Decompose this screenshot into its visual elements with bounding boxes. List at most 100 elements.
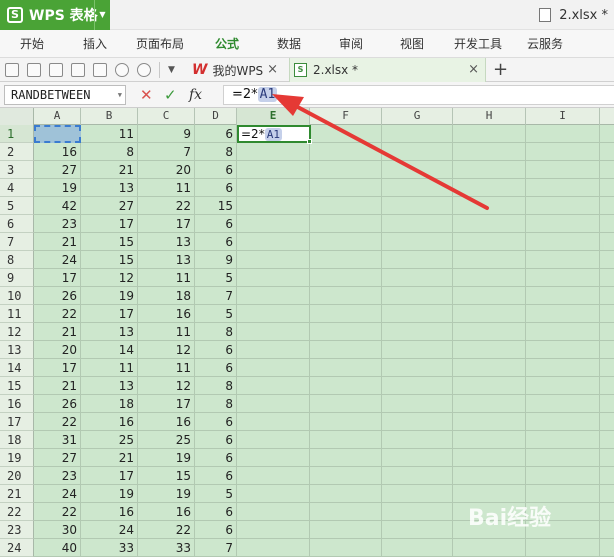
- cell-c6[interactable]: 17: [138, 215, 195, 233]
- cell-b11[interactable]: 17: [81, 305, 138, 323]
- cell-c14[interactable]: 11: [138, 359, 195, 377]
- cell-c13[interactable]: 12: [138, 341, 195, 359]
- cell-c24[interactable]: 33: [138, 539, 195, 557]
- fill-handle[interactable]: [307, 139, 312, 144]
- menu-item-page-layout[interactable]: 页面布局: [136, 30, 184, 58]
- cell-d6[interactable]: 6: [195, 215, 237, 233]
- cell-d20[interactable]: 6: [195, 467, 237, 485]
- cell-a23[interactable]: 30: [34, 521, 81, 539]
- cell-a15[interactable]: 21: [34, 377, 81, 395]
- cell-c16[interactable]: 17: [138, 395, 195, 413]
- cell-c10[interactable]: 18: [138, 287, 195, 305]
- cell-a9[interactable]: 17: [34, 269, 81, 287]
- cell-c21[interactable]: 19: [138, 485, 195, 503]
- cell-c7[interactable]: 13: [138, 233, 195, 251]
- cell-b17[interactable]: 16: [81, 413, 138, 431]
- cell-d22[interactable]: 6: [195, 503, 237, 521]
- cell-a19[interactable]: 27: [34, 449, 81, 467]
- column-header-c[interactable]: C: [138, 108, 195, 125]
- cell-d3[interactable]: 6: [195, 161, 237, 179]
- cell-d1[interactable]: 6: [195, 125, 237, 143]
- cell-d12[interactable]: 8: [195, 323, 237, 341]
- cell-b14[interactable]: 11: [81, 359, 138, 377]
- row-header-17[interactable]: 17: [0, 413, 34, 431]
- cell-d9[interactable]: 5: [195, 269, 237, 287]
- row-header-18[interactable]: 18: [0, 431, 34, 449]
- redo-icon[interactable]: [137, 63, 151, 77]
- cell-c22[interactable]: 16: [138, 503, 195, 521]
- row-header-21[interactable]: 21: [0, 485, 34, 503]
- menu-item-developer[interactable]: 开发工具: [454, 30, 502, 58]
- print-preview-icon[interactable]: [93, 63, 107, 77]
- cell-b16[interactable]: 18: [81, 395, 138, 413]
- row-header-11[interactable]: 11: [0, 305, 34, 323]
- cell-a20[interactable]: 23: [34, 467, 81, 485]
- cell-a16[interactable]: 26: [34, 395, 81, 413]
- row-header-20[interactable]: 20: [0, 467, 34, 485]
- select-all-corner[interactable]: [0, 108, 34, 125]
- cell-a5[interactable]: 42: [34, 197, 81, 215]
- cell-c4[interactable]: 11: [138, 179, 195, 197]
- column-header-d[interactable]: D: [195, 108, 237, 125]
- cell-d18[interactable]: 6: [195, 431, 237, 449]
- cell-b6[interactable]: 17: [81, 215, 138, 233]
- row-header-4[interactable]: 4: [0, 179, 34, 197]
- row-header-13[interactable]: 13: [0, 341, 34, 359]
- name-box[interactable]: RANDBETWEEN ▼: [4, 85, 126, 105]
- chevron-down-icon[interactable]: ▼: [94, 0, 110, 30]
- undo-icon[interactable]: [115, 63, 129, 77]
- row-header-9[interactable]: 9: [0, 269, 34, 287]
- cell-d7[interactable]: 6: [195, 233, 237, 251]
- row-header-1[interactable]: 1: [0, 125, 34, 143]
- app-menu-button[interactable]: S WPS 表格 ▼: [0, 0, 110, 30]
- cell-c11[interactable]: 16: [138, 305, 195, 323]
- cell-c1[interactable]: 9: [138, 125, 195, 143]
- cell-b23[interactable]: 24: [81, 521, 138, 539]
- formula-input[interactable]: =2* A1: [223, 85, 614, 105]
- chevron-down-icon[interactable]: ▼: [168, 58, 175, 82]
- cell-c8[interactable]: 13: [138, 251, 195, 269]
- row-header-8[interactable]: 8: [0, 251, 34, 269]
- menu-item-home[interactable]: 开始: [20, 30, 44, 58]
- export-pdf-icon[interactable]: [49, 63, 63, 77]
- cell-d23[interactable]: 6: [195, 521, 237, 539]
- cell-d8[interactable]: 9: [195, 251, 237, 269]
- cell-a4[interactable]: 19: [34, 179, 81, 197]
- cell-c3[interactable]: 20: [138, 161, 195, 179]
- cell-d11[interactable]: 5: [195, 305, 237, 323]
- cell-d15[interactable]: 8: [195, 377, 237, 395]
- cell-a21[interactable]: 24: [34, 485, 81, 503]
- column-header-a[interactable]: A: [34, 108, 81, 125]
- row-header-24[interactable]: 24: [0, 539, 34, 557]
- cell-a8[interactable]: 24: [34, 251, 81, 269]
- row-header-19[interactable]: 19: [0, 449, 34, 467]
- cell-b20[interactable]: 17: [81, 467, 138, 485]
- cell-d4[interactable]: 6: [195, 179, 237, 197]
- row-header-12[interactable]: 12: [0, 323, 34, 341]
- cell-d5[interactable]: 15: [195, 197, 237, 215]
- cell-a3[interactable]: 27: [34, 161, 81, 179]
- row-header-10[interactable]: 10: [0, 287, 34, 305]
- referenced-cell-a1[interactable]: [34, 125, 81, 143]
- cell-c23[interactable]: 22: [138, 521, 195, 539]
- cell-d14[interactable]: 6: [195, 359, 237, 377]
- row-header-3[interactable]: 3: [0, 161, 34, 179]
- cell-b12[interactable]: 13: [81, 323, 138, 341]
- cell-a12[interactable]: 21: [34, 323, 81, 341]
- confirm-icon[interactable]: ✓: [164, 82, 177, 108]
- cell-d13[interactable]: 6: [195, 341, 237, 359]
- add-tab-icon[interactable]: +: [493, 58, 508, 82]
- print-icon[interactable]: [71, 63, 85, 77]
- active-cell-editor[interactable]: =2* A1: [237, 125, 311, 143]
- cell-b1[interactable]: 11: [81, 125, 138, 143]
- cell-a14[interactable]: 17: [34, 359, 81, 377]
- cell-b2[interactable]: 8: [81, 143, 138, 161]
- cell-c17[interactable]: 16: [138, 413, 195, 431]
- menu-item-cloud[interactable]: 云服务: [527, 30, 563, 58]
- cell-a18[interactable]: 31: [34, 431, 81, 449]
- column-header-g[interactable]: G: [382, 108, 453, 125]
- cell-b4[interactable]: 13: [81, 179, 138, 197]
- cell-b8[interactable]: 15: [81, 251, 138, 269]
- cell-c18[interactable]: 25: [138, 431, 195, 449]
- cell-d17[interactable]: 6: [195, 413, 237, 431]
